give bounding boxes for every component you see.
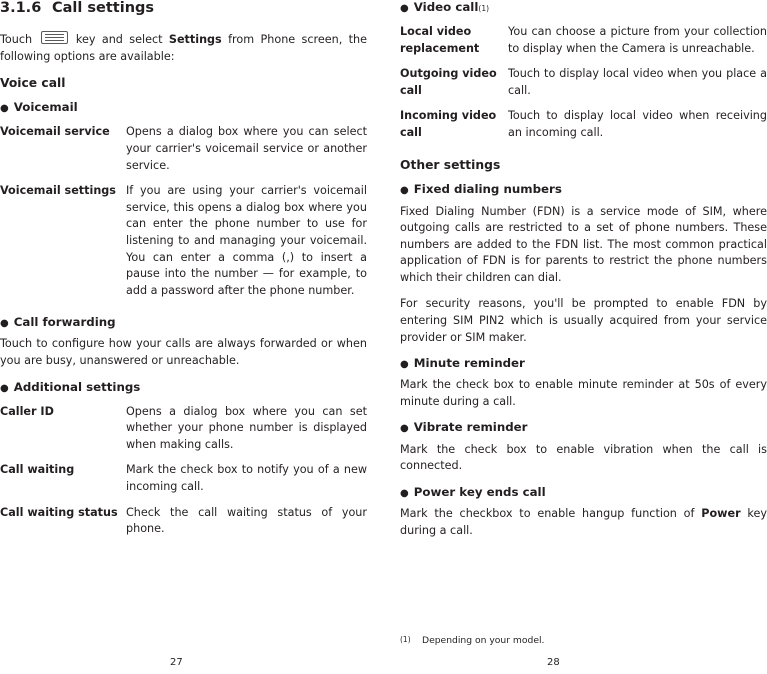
- power-key-bold: Power: [701, 506, 741, 520]
- fixed-dialing-heading: ● Fixed dialing numbers: [400, 182, 767, 196]
- option-description: Touch to display local video when receiv…: [508, 109, 767, 140]
- option-description: Check the call waiting status of your ph…: [126, 505, 367, 536]
- table-row: Call waiting Mark the check box to notif…: [0, 459, 367, 501]
- vibrate-reminder-heading: ● Vibrate reminder: [400, 420, 767, 434]
- option-description: Opens a dialog box where you can set whe…: [126, 404, 367, 451]
- left-page-content: 3.1.6 Call settings Touch key and select …: [0, 0, 367, 544]
- page-number-right: 28: [547, 657, 560, 668]
- footnote-text: Depending on your model.: [422, 635, 545, 647]
- intro-bold: Settings: [168, 33, 222, 47]
- option-label: Outgoing video call: [400, 67, 497, 97]
- table-row: Local video replacement You can choose a…: [400, 21, 767, 63]
- minute-reminder-heading: ● Minute reminder: [400, 356, 767, 370]
- fixed-dialing-paragraph-2: For security reasons, you'll be prompted…: [400, 297, 767, 344]
- call-forwarding-heading: ● Call forwarding: [0, 315, 367, 329]
- minute-reminder-text: Mark the check box to enable minute remi…: [400, 378, 767, 408]
- bullet-icon: ●: [0, 318, 9, 330]
- bullet-icon: ●: [400, 185, 409, 197]
- power-key-text: Mark the checkbox to enable hangup funct…: [400, 506, 767, 539]
- voicemail-heading-label: Voicemail: [13, 100, 78, 115]
- left-page: 3.1.6 Call settings Touch key and select …: [0, 0, 383, 674]
- additional-settings-heading: ● Additional settings: [0, 380, 367, 394]
- intro-after: key and select: [75, 33, 163, 47]
- menu-key-icon: [40, 31, 68, 45]
- section-title-text: Call settings: [52, 0, 155, 16]
- minute-reminder-heading-label: Minute reminder: [413, 356, 525, 371]
- bullet-icon: ●: [0, 103, 9, 115]
- option-description: Opens a dialog box where you can select …: [126, 125, 367, 172]
- vibrate-reminder-text: Mark the check box to enable vibration w…: [400, 442, 767, 473]
- additional-settings-heading-label: Additional settings: [13, 379, 141, 394]
- footnote-mark: (1): [400, 635, 411, 645]
- table-row: Caller ID Opens a dialog box where you c…: [0, 401, 367, 460]
- option-label: Voicemail service: [0, 125, 110, 139]
- option-label: Call waiting status: [0, 505, 118, 519]
- voice-call-heading: Voice call: [0, 75, 66, 90]
- bullet-icon: ●: [0, 382, 9, 394]
- right-page-content: ● Video call (1) Local video replacement …: [400, 0, 767, 539]
- option-label: Caller ID: [0, 404, 54, 418]
- page-number-left: 27: [170, 657, 183, 668]
- voicemail-options-table: Voicemail service Opens a dialog box whe…: [0, 121, 367, 305]
- bullet-icon: ●: [400, 3, 409, 14]
- bullet-icon: ●: [400, 423, 409, 435]
- footnote: (1) Depending on your model.: [400, 635, 767, 648]
- call-forwarding-text: Touch to configure how your calls are al…: [0, 337, 367, 367]
- bullet-icon: ●: [400, 359, 409, 371]
- option-description: Touch to display local video when you pl…: [508, 67, 767, 97]
- table-row: Voicemail settings If you are using your…: [0, 180, 367, 305]
- call-forwarding-heading-label: Call forwarding: [13, 315, 116, 330]
- vibrate-reminder-heading-label: Vibrate reminder: [413, 420, 528, 435]
- table-row: Voicemail service Opens a dialog box whe…: [0, 121, 367, 180]
- option-description: If you are using your carrier's voicemai…: [126, 184, 367, 297]
- voicemail-heading: ● Voicemail: [0, 100, 367, 114]
- power-key-heading: ● Power key ends call: [400, 485, 767, 499]
- video-call-heading-label: Video call: [413, 0, 479, 14]
- other-settings-heading: Other settings: [400, 157, 501, 172]
- video-call-options-table: Local video replacement You can choose a…: [400, 21, 767, 147]
- power-key-before: Mark the checkbox to enable hangup funct…: [400, 506, 695, 520]
- additional-settings-table: Caller ID Opens a dialog box where you c…: [0, 401, 367, 544]
- section-number: 3.1.6: [0, 0, 42, 16]
- table-row: Incoming video call Touch to display loc…: [400, 105, 767, 147]
- footnote-reference: (1): [478, 4, 490, 13]
- table-row: Call waiting status Check the call waiti…: [0, 502, 367, 544]
- fixed-dialing-paragraph-1: Fixed Dialing Number (FDN) is a service …: [400, 204, 767, 284]
- page-title: 3.1.6 Call settings: [0, 0, 367, 17]
- option-label: Call waiting: [0, 463, 75, 477]
- option-label: Voicemail settings: [0, 184, 116, 198]
- video-call-heading: ● Video call (1): [400, 0, 767, 14]
- option-description: You can choose a picture from your colle…: [508, 25, 767, 55]
- option-description: Mark the check box to notify you of a ne…: [126, 463, 367, 494]
- option-label: Incoming video call: [400, 109, 497, 140]
- option-label: Local video replacement: [400, 25, 480, 55]
- power-key-heading-label: Power key ends call: [413, 484, 546, 499]
- fixed-dialing-heading-label: Fixed dialing numbers: [413, 182, 562, 197]
- right-page: ● Video call (1) Local video replacement …: [384, 0, 767, 674]
- intro-paragraph: Touch key and select Settings from Phone…: [0, 31, 367, 65]
- bullet-icon: ●: [400, 487, 409, 499]
- intro-before: Touch: [0, 33, 33, 47]
- table-row: Outgoing video call Touch to display loc…: [400, 63, 767, 105]
